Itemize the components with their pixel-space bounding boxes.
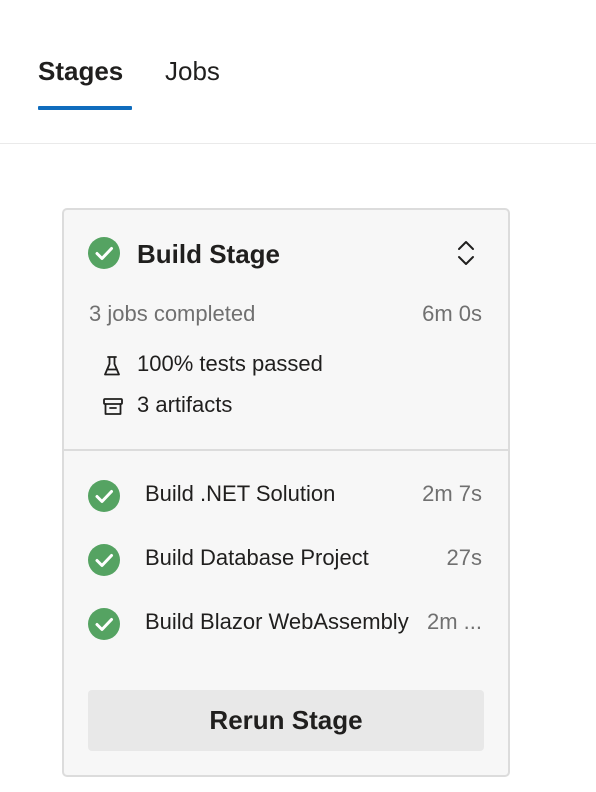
jobs-completed-count: 3 jobs completed	[89, 301, 256, 326]
tab-stages[interactable]: Stages	[38, 56, 123, 87]
job-row[interactable]: Build Database Project 27s	[64, 540, 508, 580]
job-name: Build Database Project	[145, 545, 369, 570]
job-name: Build Blazor WebAssembly	[145, 609, 409, 634]
tests-summary-label: 100% tests passed	[137, 351, 323, 376]
flask-icon	[104, 356, 120, 376]
active-tab-indicator	[38, 106, 132, 110]
job-name: Build .NET Solution	[145, 481, 336, 506]
tab-bar: Stages Jobs	[0, 0, 596, 144]
success-check-icon	[88, 237, 120, 269]
success-check-icon	[88, 544, 120, 576]
job-duration: 2m 7s	[422, 481, 482, 506]
job-row[interactable]: Build .NET Solution 2m 7s	[64, 476, 508, 516]
divider	[64, 449, 508, 451]
artifacts-summary-label: 3 artifacts	[137, 392, 233, 417]
stage-card: Build Stage 3 jobs completed 6m 0s 100% …	[62, 208, 510, 777]
tab-jobs[interactable]: Jobs	[165, 56, 220, 87]
artifact-box-icon	[103, 398, 123, 415]
expand-collapse-icon[interactable]	[454, 238, 478, 268]
rerun-stage-button[interactable]: Rerun Stage	[88, 690, 484, 751]
job-duration: 2m ...	[426, 609, 482, 634]
stage-title: Build Stage	[137, 239, 281, 269]
job-row[interactable]: Build Blazor WebAssembly 2m ...	[64, 604, 508, 644]
success-check-icon	[88, 480, 120, 512]
success-check-icon	[88, 608, 120, 640]
job-duration: 27s	[446, 545, 482, 570]
stage-duration: 6m 0s	[422, 301, 482, 326]
